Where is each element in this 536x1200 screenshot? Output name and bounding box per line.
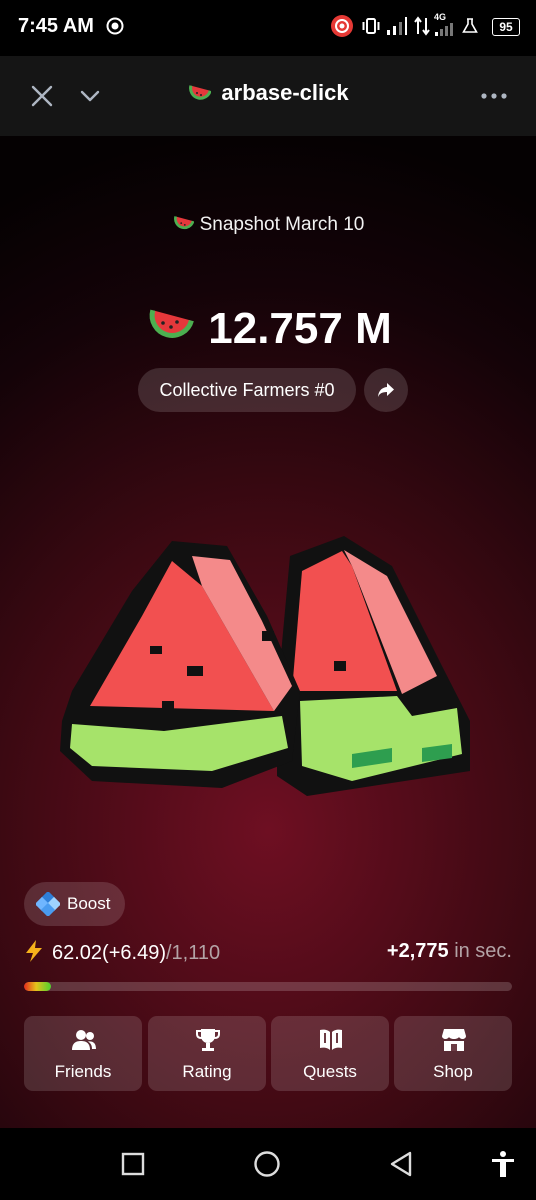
book-icon [320, 1029, 342, 1050]
energy-progress-fill [24, 982, 52, 991]
vibrate-icon [362, 18, 380, 34]
watermelon-icon [173, 216, 194, 230]
share-button[interactable] [364, 368, 408, 412]
score-value: 12.757 M [208, 304, 392, 353]
signal-icon-2 [435, 23, 453, 36]
lightning-icon [26, 940, 42, 962]
battery-icon: 95 [492, 18, 520, 36]
screen-record-icon [331, 15, 353, 37]
shop-label: Shop [433, 1062, 473, 1081]
quests-label: Quests [303, 1062, 357, 1081]
trophy-icon [196, 1029, 220, 1051]
watermelon-slice-right [277, 536, 470, 796]
recents-icon[interactable] [121, 1152, 145, 1176]
score-display: 12.757 M [0, 304, 536, 354]
watermelon-icon [149, 309, 195, 338]
shop-icon [442, 1029, 466, 1051]
share-icon [378, 383, 394, 397]
signal-icon [387, 17, 407, 35]
boost-label: Boost [67, 894, 111, 913]
rate-label: in sec. [454, 940, 512, 962]
boost-button[interactable]: Boost [24, 882, 125, 926]
snapshot-label: Snapshot March 10 [0, 214, 536, 236]
friends-button[interactable]: Friends [24, 1016, 142, 1091]
snapshot-text: Snapshot March 10 [199, 214, 365, 235]
page-title: arbase-click [0, 80, 536, 106]
accessibility-icon[interactable] [490, 1150, 516, 1178]
energy-max: /1,110 [165, 942, 221, 964]
energy-row: 62.02(+6.49)/1,110 +2,775 in sec. [24, 936, 512, 966]
rate-value: +2,775 [386, 940, 449, 962]
friends-icon [72, 1030, 96, 1050]
record-icon [106, 17, 124, 35]
energy-current: 62.02(+6.49) [52, 942, 166, 964]
status-time: 7:45 AM [18, 15, 94, 37]
network-label: 4G [434, 12, 447, 22]
flask-icon [462, 18, 478, 33]
watermelon-tap-target[interactable] [52, 526, 492, 806]
main-area: Snapshot March 10 12.757 M Collective Fa… [0, 136, 536, 1128]
shop-button[interactable]: Shop [394, 1016, 512, 1091]
status-bar: 7:45 AM 4G 95 [0, 0, 536, 56]
quests-button[interactable]: Quests [271, 1016, 389, 1091]
system-navigation-bar [0, 1128, 536, 1200]
boost-icon [36, 892, 60, 916]
friends-label: Friends [54, 1062, 112, 1081]
rating-button[interactable]: Rating [148, 1016, 266, 1091]
data-transfer-icon [414, 16, 430, 36]
back-icon[interactable] [388, 1150, 414, 1178]
collective-farmers-button[interactable]: Collective Farmers #0 [138, 368, 356, 412]
rating-label: Rating [182, 1062, 232, 1081]
home-icon[interactable] [253, 1150, 281, 1178]
bottom-menu: Friends Rating Quests Shop [24, 1016, 512, 1091]
rate-display: +2,775 in sec. [387, 940, 512, 963]
page-title-text: arbase-click [221, 80, 349, 105]
energy-counter: 62.02(+6.49)/1,110 [24, 940, 220, 965]
watermelon-icon [189, 85, 212, 100]
energy-progress-bar [24, 982, 512, 991]
status-indicators: 4G 95 [330, 12, 520, 40]
app-header: arbase-click [0, 56, 536, 136]
more-icon[interactable] [480, 92, 508, 100]
